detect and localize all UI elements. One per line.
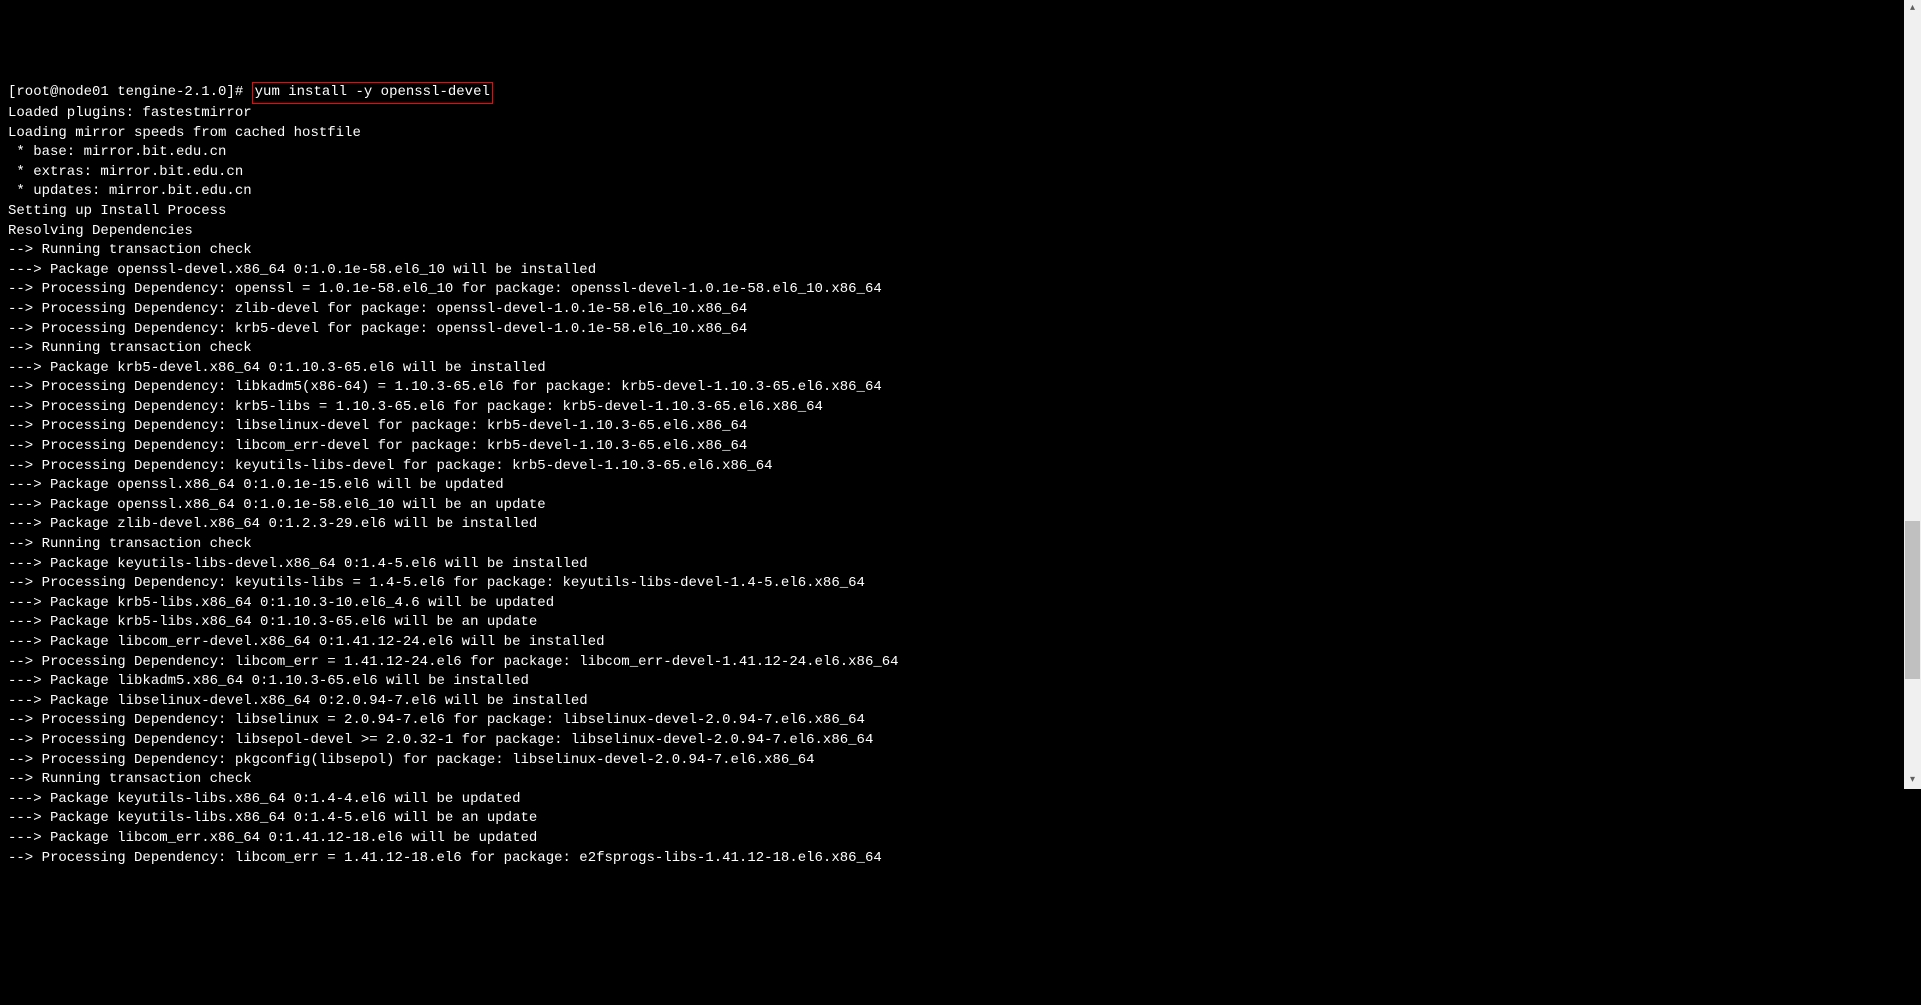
- output-line: --> Running transaction check: [8, 241, 1913, 261]
- output-line: ---> Package krb5-libs.x86_64 0:1.10.3-6…: [8, 613, 1913, 633]
- output-line: --> Processing Dependency: libsepol-deve…: [8, 731, 1913, 751]
- output-line: --> Running transaction check: [8, 535, 1913, 555]
- output-line: --> Processing Dependency: pkgconfig(lib…: [8, 751, 1913, 771]
- shell-command: yum install -y openssl-devel: [252, 82, 493, 104]
- output-line: ---> Package libkadm5.x86_64 0:1.10.3-65…: [8, 672, 1913, 692]
- output-line: ---> Package openssl-devel.x86_64 0:1.0.…: [8, 261, 1913, 281]
- output-line: ---> Package libselinux-devel.x86_64 0:2…: [8, 692, 1913, 712]
- output-line: --> Processing Dependency: libcom_err = …: [8, 653, 1913, 673]
- output-line: ---> Package keyutils-libs.x86_64 0:1.4-…: [8, 809, 1913, 829]
- output-line: * updates: mirror.bit.edu.cn: [8, 182, 1913, 202]
- output-line: ---> Package openssl.x86_64 0:1.0.1e-58.…: [8, 496, 1913, 516]
- output-line: --> Processing Dependency: keyutils-libs…: [8, 574, 1913, 594]
- output-line: Loaded plugins: fastestmirror: [8, 104, 1913, 124]
- output-line: ---> Package krb5-devel.x86_64 0:1.10.3-…: [8, 359, 1913, 379]
- output-line: ---> Package zlib-devel.x86_64 0:1.2.3-2…: [8, 515, 1913, 535]
- output-line: --> Processing Dependency: krb5-devel fo…: [8, 320, 1913, 340]
- output-line: ---> Package keyutils-libs.x86_64 0:1.4-…: [8, 790, 1913, 810]
- output-line: --> Processing Dependency: openssl = 1.0…: [8, 280, 1913, 300]
- output-line: Setting up Install Process: [8, 202, 1913, 222]
- output-line: --> Running transaction check: [8, 339, 1913, 359]
- output-line: ---> Package libcom_err.x86_64 0:1.41.12…: [8, 829, 1913, 849]
- scroll-up-icon[interactable]: ▴: [1904, 0, 1921, 17]
- output-line: ---> Package openssl.x86_64 0:1.0.1e-15.…: [8, 476, 1913, 496]
- output-line: Loading mirror speeds from cached hostfi…: [8, 124, 1913, 144]
- output-line: ---> Package libcom_err-devel.x86_64 0:1…: [8, 633, 1913, 653]
- output-line: * base: mirror.bit.edu.cn: [8, 143, 1913, 163]
- output-line: --> Processing Dependency: libkadm5(x86-…: [8, 378, 1913, 398]
- output-line: --> Processing Dependency: keyutils-libs…: [8, 457, 1913, 477]
- terminal-output[interactable]: [root@node01 tengine-2.1.0]# yum install…: [8, 82, 1913, 868]
- output-line: --> Processing Dependency: libselinux-de…: [8, 417, 1913, 437]
- output-line: ---> Package keyutils-libs-devel.x86_64 …: [8, 555, 1913, 575]
- output-line: --> Running transaction check: [8, 770, 1913, 790]
- output-line: --> Processing Dependency: krb5-libs = 1…: [8, 398, 1913, 418]
- output-line: Resolving Dependencies: [8, 222, 1913, 242]
- output-container: Loaded plugins: fastestmirrorLoading mir…: [8, 104, 1913, 868]
- scrollbar-thumb[interactable]: [1905, 521, 1920, 679]
- output-line: --> Processing Dependency: zlib-devel fo…: [8, 300, 1913, 320]
- vertical-scrollbar[interactable]: ▴ ▾: [1904, 0, 1921, 789]
- scroll-down-icon[interactable]: ▾: [1904, 772, 1921, 789]
- shell-prompt: [root@node01 tengine-2.1.0]#: [8, 84, 252, 100]
- output-line: --> Processing Dependency: libselinux = …: [8, 711, 1913, 731]
- output-line: --> Processing Dependency: libcom_err = …: [8, 849, 1913, 869]
- output-line: * extras: mirror.bit.edu.cn: [8, 163, 1913, 183]
- output-line: ---> Package krb5-libs.x86_64 0:1.10.3-1…: [8, 594, 1913, 614]
- output-line: --> Processing Dependency: libcom_err-de…: [8, 437, 1913, 457]
